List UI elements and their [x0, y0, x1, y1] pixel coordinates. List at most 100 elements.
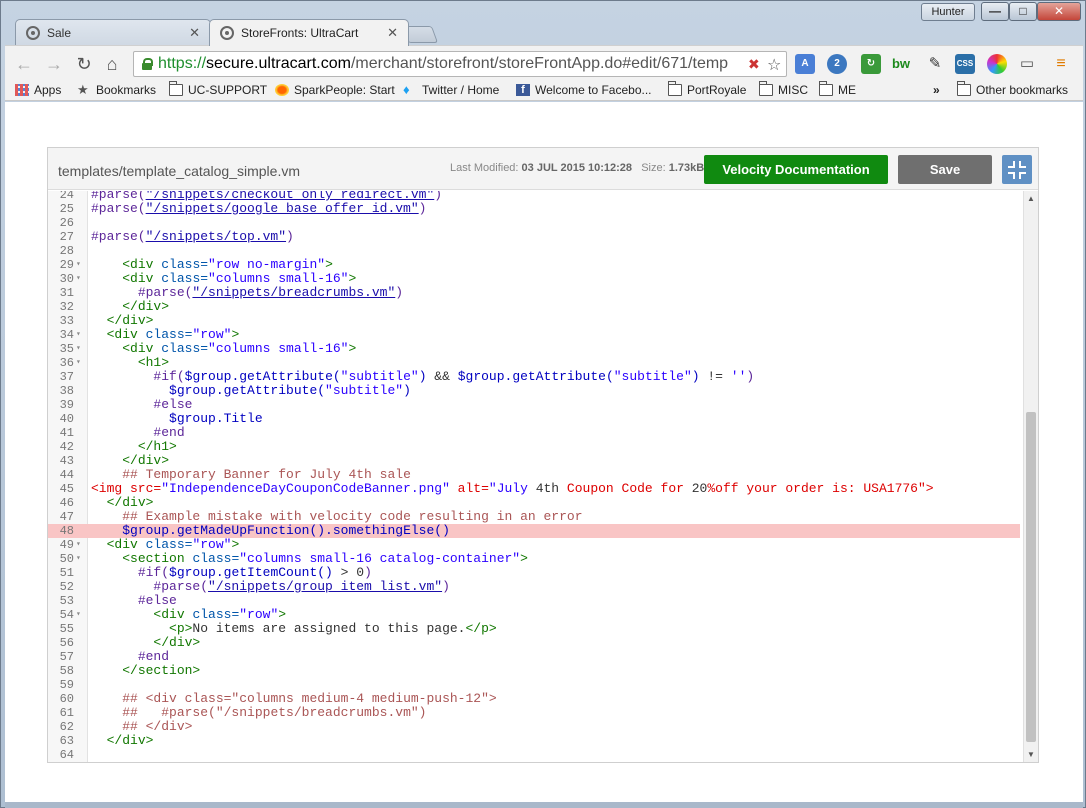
translate-extension-icon[interactable]: A	[795, 54, 815, 74]
code-line[interactable]: 54 ▾ <div class="row">	[48, 608, 1020, 623]
blocked-popup-icon[interactable]: ✖	[748, 56, 760, 73]
bookmark-apps[interactable]: Apps	[15, 83, 61, 97]
velocity-documentation-button[interactable]: Velocity Documentation	[704, 155, 888, 184]
code-line[interactable]: 53 #else	[48, 594, 1020, 609]
address-bar[interactable]: https://secure.ultracart.com/merchant/st…	[133, 51, 787, 77]
reload-icon[interactable]: ↻	[73, 53, 95, 75]
code-line[interactable]: 59	[48, 678, 1020, 692]
code-line[interactable]: 49 ▾ <div class="row">	[48, 538, 1020, 553]
code-line[interactable]: 35 ▾ <div class="columns small-16">	[48, 342, 1020, 357]
code-line[interactable]: 63 </div>	[48, 734, 1020, 749]
folder-icon	[819, 81, 833, 96]
code-line[interactable]: 50 ▾ <section class="columns small-16 cat…	[48, 552, 1020, 567]
scroll-up-arrow-icon[interactable]: ▲	[1027, 194, 1035, 203]
code-line[interactable]: 25 #parse("/snippets/google_base_offer_id…	[48, 202, 1020, 217]
save-button[interactable]: Save	[898, 155, 992, 184]
code-line[interactable]: 29 ▾ <div class="row no-margin">	[48, 258, 1020, 273]
menu-icon[interactable]: ≡	[1051, 54, 1071, 74]
vertical-scrollbar[interactable]: ▲ ▼	[1023, 191, 1038, 762]
maximize-button[interactable]: □	[1009, 2, 1037, 21]
bookmark-star-icon[interactable]: ☆	[767, 55, 781, 75]
code-line[interactable]: 36 ▾ <h1>	[48, 356, 1020, 371]
code-line[interactable]: 37 #if($group.getAttribute("subtitle") &…	[48, 370, 1020, 385]
tab-sale[interactable]: Sale ✕	[15, 19, 211, 46]
code-line[interactable]: 32 </div>	[48, 299, 1020, 315]
code-line[interactable]: 30 ▾ <div class="columns small-16">	[48, 272, 1020, 287]
home-icon[interactable]: ⌂	[101, 53, 123, 75]
bookmark-uc-support[interactable]: UC-SUPPORT	[169, 81, 267, 97]
bookmark-facebook[interactable]: f Welcome to Facebo...	[516, 83, 652, 97]
url-protocol: https://	[158, 55, 207, 72]
forward-arrow-icon[interactable]: →	[43, 53, 65, 75]
code-line[interactable]: 39 #else	[48, 398, 1020, 413]
code-line-error[interactable]: 48 $group.getMadeUpFunction().somethingE…	[48, 524, 1020, 538]
folder-icon	[668, 81, 682, 96]
close-tab-icon[interactable]: ✕	[387, 25, 398, 41]
scroll-down-arrow-icon[interactable]: ▼	[1027, 750, 1035, 759]
bw-extension-icon[interactable]: bw	[891, 54, 911, 74]
fold-toggle-icon[interactable]: ▾	[76, 272, 81, 286]
bookmark-sparkpeople[interactable]: SparkPeople: Start	[275, 83, 395, 97]
code-line[interactable]: 38 $group.getAttribute("subtitle")	[48, 384, 1020, 399]
skype-extension-icon[interactable]: 2	[827, 54, 847, 74]
code-line[interactable]: 61 ## #parse("/snippets/breadcrumbs.vm")	[48, 706, 1020, 721]
minimize-button[interactable]: —	[981, 2, 1009, 21]
code-line[interactable]: 31 #parse("/snippets/breadcrumbs.vm")	[48, 286, 1020, 301]
code-editor[interactable]: 24 #parse("/snippets/checkout_only_redire…	[48, 191, 1038, 762]
tab-storefronts[interactable]: StoreFronts: UltraCart ✕	[209, 19, 409, 46]
bookmark-other[interactable]: Other bookmarks	[957, 81, 1068, 97]
profile-button[interactable]: Hunter	[921, 3, 975, 21]
fold-toggle-icon[interactable]: ▾	[76, 258, 81, 272]
refresh-extension-icon[interactable]: ↻	[861, 54, 881, 74]
url-text[interactable]: https://secure.ultracart.com/merchant/st…	[158, 55, 748, 73]
code-line[interactable]: 46 </div>	[48, 496, 1020, 511]
code-text: #end	[153, 425, 185, 440]
close-window-button[interactable]: ✕	[1037, 2, 1081, 21]
facebook-icon: f	[516, 84, 530, 96]
fullscreen-button[interactable]	[1002, 155, 1032, 184]
code-line[interactable]: 44 ## Temporary Banner for July 4th sale	[48, 468, 1020, 483]
bookmark-twitter[interactable]: ♦ Twitter / Home	[403, 83, 499, 97]
code-line[interactable]: 41 #end	[48, 425, 1020, 441]
code-line[interactable]: 57 #end	[48, 650, 1020, 665]
eyedropper-extension-icon[interactable]: ✎	[925, 54, 945, 74]
code-line[interactable]: 34 ▾ <div class="row">	[48, 328, 1020, 343]
code-line[interactable]: 42 </h1>	[48, 440, 1020, 455]
fold-toggle-icon[interactable]: ▾	[76, 538, 81, 552]
cast-icon[interactable]: ▭	[1017, 54, 1037, 74]
twitter-icon: ♦	[403, 82, 410, 97]
bookmark-me[interactable]: ME	[819, 81, 856, 97]
bookmark-portroyale[interactable]: PortRoyale	[668, 81, 746, 97]
fold-toggle-icon[interactable]: ▾	[76, 342, 81, 356]
code-line[interactable]: 40 $group.Title	[48, 412, 1020, 427]
code-line[interactable]: 33 </div>	[48, 314, 1020, 329]
bookmark-misc[interactable]: MISC	[759, 81, 808, 97]
code-line[interactable]: 52 #parse("/snippets/group_item_list.vm"…	[48, 580, 1020, 595]
back-arrow-icon[interactable]: ←	[13, 53, 35, 75]
bookmarks-overflow-chevron[interactable]: »	[933, 83, 940, 97]
code-line[interactable]: 64	[48, 748, 1020, 762]
code-line[interactable]: 56 </div>	[48, 636, 1020, 651]
bookmark-bookmarks[interactable]: ★ Bookmarks	[77, 83, 156, 97]
fold-toggle-icon[interactable]: ▾	[76, 328, 81, 342]
code-text: </div>	[122, 299, 170, 314]
color-wheel-extension-icon[interactable]	[987, 54, 1007, 74]
scrollbar-thumb[interactable]	[1026, 411, 1036, 742]
code-line[interactable]: 27 #parse("/snippets/top.vm")	[48, 230, 1020, 245]
code-line[interactable]: 51 #if($group.getItemCount() > 0)	[48, 566, 1020, 581]
css-extension-icon[interactable]: CSS	[955, 54, 975, 74]
code-line[interactable]: 43 </div>	[48, 454, 1020, 469]
code-line[interactable]: 55 <p>No items are assigned to this page…	[48, 622, 1020, 637]
code-line[interactable]: 45 <img src="IndependenceDayCouponCodeBan…	[48, 482, 1020, 497]
code-line[interactable]: 58 </section>	[48, 664, 1020, 679]
code-line[interactable]: 47 ## Example mistake with velocity code…	[48, 510, 1020, 525]
code-line[interactable]: 26	[48, 216, 1020, 230]
line-number: 32	[59, 300, 74, 314]
fold-toggle-icon[interactable]: ▾	[76, 608, 81, 622]
code-line[interactable]: 62 ## </div>	[48, 720, 1020, 735]
fold-toggle-icon[interactable]: ▾	[76, 552, 81, 566]
fold-toggle-icon[interactable]: ▾	[76, 356, 81, 370]
close-tab-icon[interactable]: ✕	[189, 25, 200, 41]
code-line[interactable]: 60 ## <div class="columns medium-4 mediu…	[48, 692, 1020, 707]
code-line[interactable]: 28	[48, 244, 1020, 258]
